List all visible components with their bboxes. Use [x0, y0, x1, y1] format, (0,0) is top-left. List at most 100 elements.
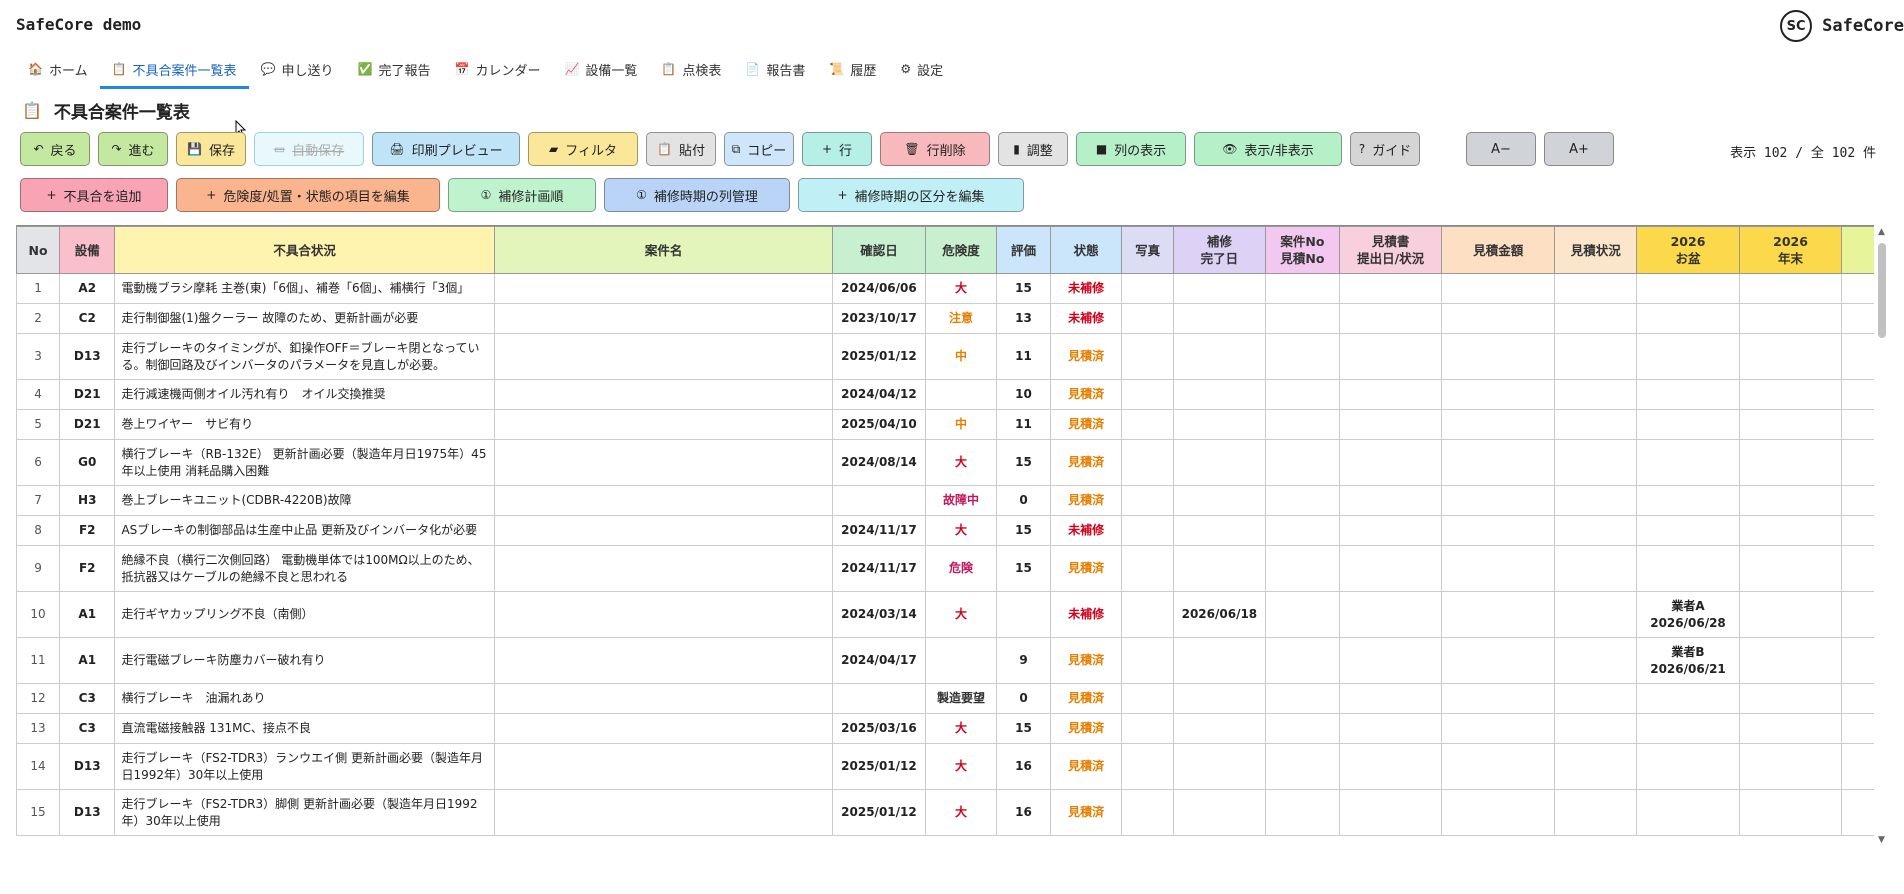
- table-row[interactable]: 8 F2 ASブレーキの制御部品は生産中止品 更新及びインバータ化が必要 2024/1…: [16, 515, 1874, 546]
- cell-year_end[interactable]: [1738, 409, 1843, 440]
- cell-quote_st[interactable]: [1554, 303, 1638, 334]
- cell-no[interactable]: 12: [16, 683, 61, 714]
- cell-quote_st[interactable]: [1554, 333, 1638, 380]
- cell-obon[interactable]: [1636, 683, 1740, 714]
- cell-done[interactable]: [1172, 637, 1267, 684]
- cell-name[interactable]: [493, 273, 834, 304]
- cell-desc[interactable]: 走行ブレーキのタイミングが、釦操作OFF＝ブレーキ閉となっている。制御回路及びイ…: [114, 333, 495, 380]
- cell-case[interactable]: [1265, 743, 1340, 790]
- toolbar-button-1[interactable]: ↷ 進む: [98, 132, 168, 166]
- cell-amount[interactable]: [1441, 713, 1556, 744]
- cell-gw[interactable]: [1841, 713, 1874, 744]
- column-header[interactable]: 案件名: [493, 226, 834, 274]
- cell-no[interactable]: 13: [16, 713, 61, 744]
- cell-desc[interactable]: 巻上ワイヤー サビ有り: [114, 409, 495, 440]
- cell-gw[interactable]: [1841, 439, 1874, 486]
- toolbar-button-14[interactable]: A−: [1466, 132, 1536, 166]
- cell-year_end[interactable]: [1738, 789, 1843, 836]
- cell-eval[interactable]: 9: [996, 637, 1051, 684]
- cell-case[interactable]: [1265, 379, 1340, 410]
- cell-gw[interactable]: [1841, 409, 1874, 440]
- cell-status[interactable]: 見積済: [1049, 683, 1123, 714]
- cell-desc[interactable]: 絶縁不良（横行二次側回路） 電動機単体では100MΩ以上のため、抵抗器又はケーブ…: [114, 545, 495, 592]
- cell-desc[interactable]: 走行ブレーキ（FS2-TDR3）脚側 更新計画必要（製造年月日1992年）30年…: [114, 789, 495, 836]
- cell-eval[interactable]: 0: [996, 485, 1051, 516]
- cell-desc[interactable]: 直流電磁接触器 131MC、接点不良: [114, 713, 495, 744]
- toolbar2-button-1[interactable]: + 危険度/処置・状態の項目を編集: [176, 178, 440, 212]
- column-header[interactable]: 2027 GW: [1841, 226, 1874, 274]
- cell-obon[interactable]: [1636, 303, 1740, 334]
- cell-no[interactable]: 9: [16, 545, 61, 592]
- cell-eval[interactable]: 13: [996, 303, 1051, 334]
- cell-year_end[interactable]: [1738, 333, 1843, 380]
- toolbar-button-7[interactable]: ⧉ コピー: [724, 132, 794, 166]
- cell-status[interactable]: 見積済: [1049, 379, 1123, 410]
- cell-status[interactable]: 見積済: [1049, 545, 1123, 592]
- cell-risk[interactable]: [924, 637, 998, 684]
- column-header[interactable]: 不具合状況: [114, 226, 495, 274]
- cell-case[interactable]: [1265, 713, 1340, 744]
- cell-obon[interactable]: [1636, 713, 1740, 744]
- cell-gw[interactable]: [1841, 333, 1874, 380]
- cell-risk[interactable]: 注意: [924, 303, 998, 334]
- cell-amount[interactable]: [1441, 273, 1556, 304]
- cell-status[interactable]: 見積済: [1049, 409, 1123, 440]
- cell-quote_date[interactable]: [1338, 637, 1443, 684]
- cell-quote_st[interactable]: [1554, 789, 1638, 836]
- cell-done[interactable]: [1172, 545, 1267, 592]
- toolbar-button-0[interactable]: ↶ 戻る: [20, 132, 90, 166]
- cell-quote_date[interactable]: [1338, 789, 1443, 836]
- cell-quote_date[interactable]: [1338, 333, 1443, 380]
- column-header[interactable]: 見積状況: [1554, 226, 1638, 274]
- cell-eq[interactable]: D21: [59, 409, 116, 440]
- cell-eq[interactable]: A1: [59, 591, 116, 638]
- cell-quote_st[interactable]: [1554, 485, 1638, 516]
- cell-gw[interactable]: [1841, 379, 1874, 410]
- cell-case[interactable]: [1265, 545, 1340, 592]
- cell-eval[interactable]: 16: [996, 789, 1051, 836]
- cell-done[interactable]: [1172, 743, 1267, 790]
- table-row[interactable]: 12 C3 横行ブレーキ 油漏れあり 製造要望 0 見積済: [16, 683, 1874, 714]
- cell-gw[interactable]: [1841, 485, 1874, 516]
- table-row[interactable]: 15 D13 走行ブレーキ（FS2-TDR3）脚側 更新計画必要（製造年月日1992…: [16, 789, 1874, 836]
- cell-photo[interactable]: [1121, 485, 1174, 516]
- cell-amount[interactable]: [1441, 379, 1556, 410]
- table-row[interactable]: 5 D21 巻上ワイヤー サビ有り 2025/04/10 中 11 見積済: [16, 409, 1874, 440]
- cell-done[interactable]: [1172, 273, 1267, 304]
- column-header[interactable]: 状態: [1049, 226, 1123, 274]
- tab-7[interactable]: 📄 報告書: [733, 52, 817, 89]
- cell-year_end[interactable]: [1738, 439, 1843, 486]
- cell-amount[interactable]: [1441, 515, 1556, 546]
- cell-no[interactable]: 15: [16, 789, 61, 836]
- toolbar-button-3[interactable]: ▭ 自動保存: [254, 132, 364, 166]
- cell-year_end[interactable]: [1738, 515, 1843, 546]
- cell-desc[interactable]: 巻上ブレーキユニット(CDBR-4220B)故障: [114, 485, 495, 516]
- column-header[interactable]: 見積金額: [1441, 226, 1556, 274]
- cell-desc[interactable]: 電動機ブラシ摩耗 主巻(東)「6個」、補巻「6個」、補横行「3個」: [114, 273, 495, 304]
- cell-quote_st[interactable]: [1554, 379, 1638, 410]
- toolbar-button-6[interactable]: 📋 貼付: [646, 132, 716, 166]
- cell-no[interactable]: 11: [16, 637, 61, 684]
- cell-risk[interactable]: 大: [924, 515, 998, 546]
- cell-quote_date[interactable]: [1338, 743, 1443, 790]
- toolbar-button-15[interactable]: A+: [1544, 132, 1614, 166]
- cell-obon[interactable]: [1636, 515, 1740, 546]
- cell-desc[interactable]: 走行ブレーキ（FS2-TDR3）ランウエイ側 更新計画必要（製造年月日1992年…: [114, 743, 495, 790]
- cell-quote_date[interactable]: [1338, 515, 1443, 546]
- cell-status[interactable]: 見積済: [1049, 439, 1123, 486]
- toolbar-button-5[interactable]: ▰ フィルタ: [528, 132, 638, 166]
- cell-amount[interactable]: [1441, 409, 1556, 440]
- cell-amount[interactable]: [1441, 683, 1556, 714]
- cell-quote_st[interactable]: [1554, 713, 1638, 744]
- cell-desc[interactable]: 走行ギヤカップリング不良（南側）: [114, 591, 495, 638]
- scroll-up-arrow-icon[interactable]: ▲: [1878, 227, 1885, 237]
- cell-obon[interactable]: 業者B 2026/06/21: [1636, 637, 1740, 684]
- cell-gw[interactable]: [1841, 545, 1874, 592]
- toolbar-button-10[interactable]: ▮ 調整: [998, 132, 1068, 166]
- cell-amount[interactable]: [1441, 591, 1556, 638]
- scrollbar-thumb[interactable]: [1878, 243, 1886, 338]
- cell-name[interactable]: [493, 637, 834, 684]
- cell-obon[interactable]: [1636, 743, 1740, 790]
- cell-risk[interactable]: 大: [924, 439, 998, 486]
- cell-risk[interactable]: 大: [924, 743, 998, 790]
